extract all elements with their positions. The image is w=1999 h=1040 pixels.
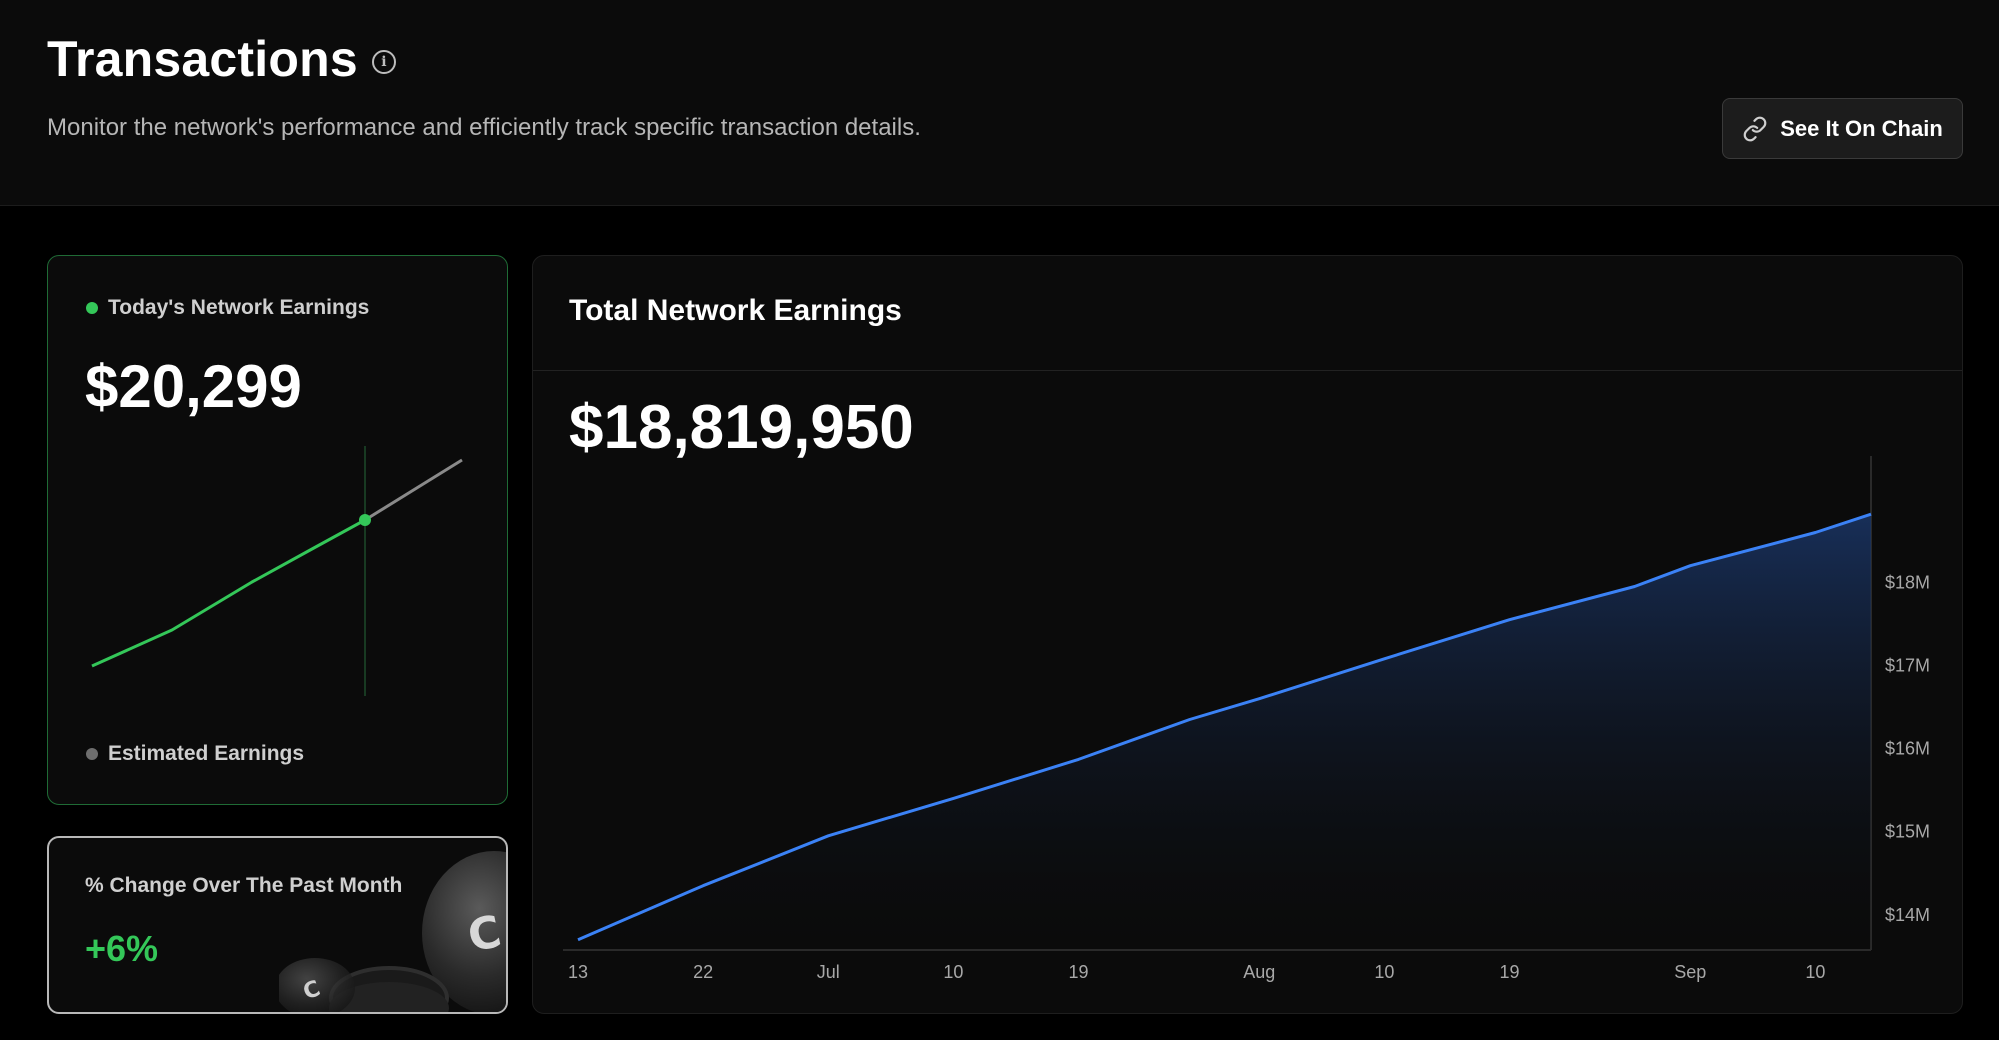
total-earnings-card: Total Network Earnings $18,819,950 $18M $… [532,255,1963,1014]
x-tick-label: Jul [817,962,840,982]
y-tick-label: $15M [1885,822,1930,842]
link-icon [1743,116,1767,141]
x-tick-label: 22 [693,962,713,982]
x-tick-label: 13 [568,962,588,982]
x-tick-label: 10 [1374,962,1394,982]
page-title: Transactions [47,31,358,87]
title-row: Transactions i [47,30,396,88]
y-tick-label: $17M [1885,655,1930,675]
x-tick-label: 10 [943,962,963,982]
info-icon[interactable]: i [371,50,396,74]
legend-today: Today's Network Earnings [86,296,369,320]
legend-estimated: Estimated Earnings [86,742,304,766]
card-divider [533,370,1962,371]
current-point [359,514,371,526]
x-tick-label: 10 [1805,962,1825,982]
coins-illustration: C C [279,851,506,1012]
see-it-on-chain-button[interactable]: See It On Chain [1722,98,1963,159]
x-tick-label: 19 [1069,962,1089,982]
total-earnings-value: $18,819,950 [569,393,914,462]
todays-earnings-card: Today's Network Earnings $20,299 Estimat… [47,255,508,805]
todays-earnings-value: $20,299 [85,353,302,420]
green-dot-icon [86,302,98,314]
percent-change-card: % Change Over The Past Month +6% C C [47,836,508,1014]
y-tick-label: $14M [1885,905,1930,925]
actual-earnings-line [91,518,366,668]
todays-earnings-chart [91,446,463,696]
legend-today-label: Today's Network Earnings [108,296,370,319]
page-subtitle: Monitor the network's performance and ef… [47,114,921,141]
x-tick-label: 19 [1500,962,1520,982]
earnings-area [578,514,1871,948]
x-tick-label: Aug [1243,962,1275,982]
x-tick-label: Sep [1674,962,1706,982]
page-header: Transactions i Monitor the network's per… [0,0,1999,206]
legend-estimated-label: Estimated Earnings [108,742,305,765]
y-tick-label: $16M [1885,739,1930,759]
y-tick-label: $18M [1885,572,1930,592]
see-it-on-chain-label: See It On Chain [1780,115,1943,141]
total-earnings-chart: $18M $17M $16M $15M $14M 13 22 Jul 10 19 Aug 10 19 Se… [563,456,1930,982]
gray-dot-icon [86,748,98,760]
estimated-earnings-line [364,458,463,522]
total-earnings-title: Total Network Earnings [569,294,902,327]
percent-change-value: +6% [85,928,159,969]
